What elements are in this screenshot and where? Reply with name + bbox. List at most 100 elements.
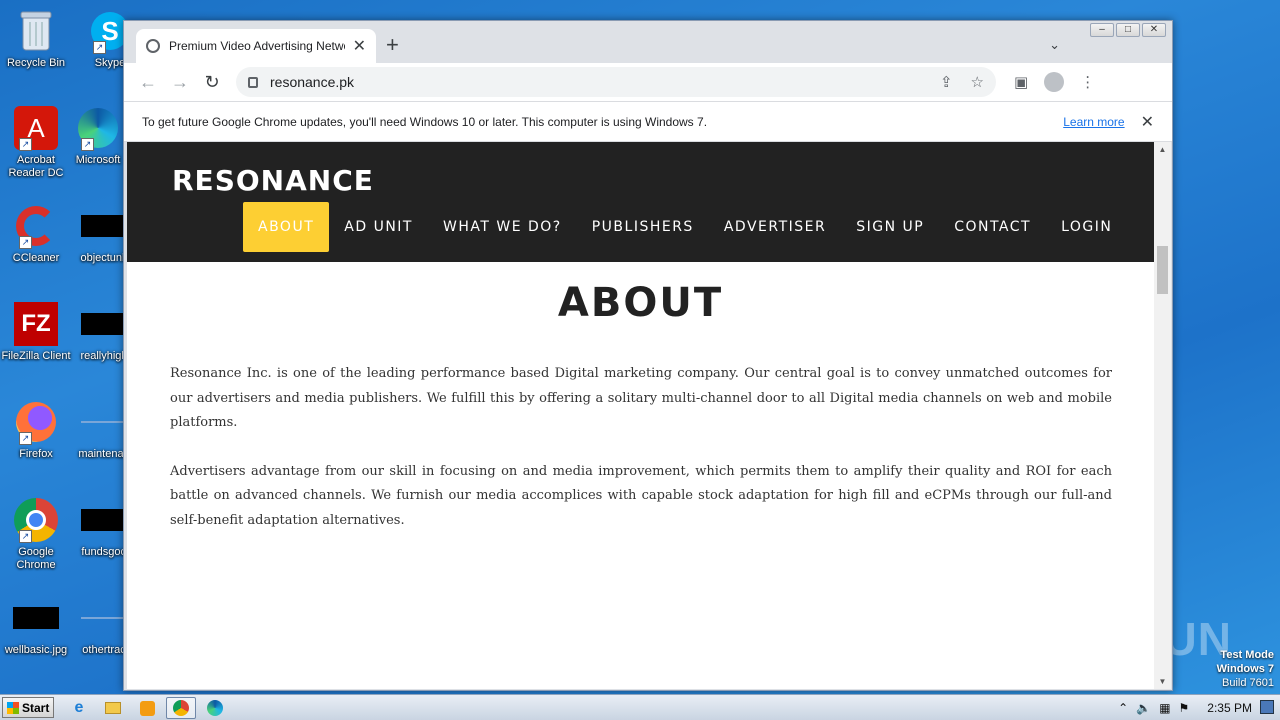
desktop-icon-label: FileZilla Client xyxy=(1,350,71,362)
file-thumbnail-icon xyxy=(81,595,127,641)
taskbar-ie[interactable]: e xyxy=(64,697,94,719)
close-window-button[interactable]: ✕ xyxy=(1142,23,1166,37)
desktop-icon-label: Recycle Bin xyxy=(6,57,66,69)
show-desktop-button[interactable] xyxy=(1260,700,1274,714)
lock-icon xyxy=(248,76,258,88)
taskbar-edge[interactable] xyxy=(200,697,230,719)
edge-icon xyxy=(207,700,223,716)
new-tab-button[interactable]: + xyxy=(386,34,399,56)
clock[interactable]: 2:35 PM xyxy=(1207,701,1252,715)
shortcut-arrow-icon: ↗ xyxy=(93,41,106,54)
taskbar-chrome[interactable] xyxy=(166,697,196,719)
desktop-icon-label: maintenan xyxy=(78,448,130,460)
file-thumbnail-icon xyxy=(81,399,127,445)
learn-more-link[interactable]: Learn more xyxy=(1063,115,1124,129)
address-bar[interactable]: resonance.pk ⇪ ☆ xyxy=(236,67,996,97)
desktop-icon-ccleaner[interactable]: ↗ CCleaner xyxy=(0,203,72,265)
infobar-message: To get future Google Chrome updates, you… xyxy=(142,114,708,129)
scroll-up-arrow-icon[interactable]: ▲ xyxy=(1154,145,1171,154)
edge-icon: ↗ xyxy=(75,105,121,151)
chrome-window: – □ ✕ Premium Video Advertising Network … xyxy=(123,20,1173,691)
desktop-icon-label: Acrobat Reader DC xyxy=(8,154,64,179)
tab-title: Premium Video Advertising Network xyxy=(169,39,345,53)
firefox-icon: ↗ xyxy=(13,399,59,445)
file-thumbnail-icon xyxy=(81,301,127,347)
taskbar: Start e ⌃ 🔈 ▦ ⚑ 2:35 PM xyxy=(0,694,1280,720)
recycle-bin-icon xyxy=(13,8,59,54)
taskbar-media-player[interactable] xyxy=(132,697,162,719)
browser-toolbar: ← → ↻ resonance.pk ⇪ ☆ ▣ ⋮ xyxy=(124,63,1172,101)
shortcut-arrow-icon: ↗ xyxy=(19,138,32,151)
page-title: ABOUT xyxy=(557,280,724,326)
nav-about[interactable]: ABOUT xyxy=(243,202,330,252)
file-thumbnail-icon xyxy=(81,203,127,249)
forward-button[interactable]: → xyxy=(164,72,196,93)
profile-avatar-icon[interactable] xyxy=(1044,72,1065,92)
desktop-icon-filezilla[interactable]: FZ FileZilla Client xyxy=(0,301,72,363)
nav-sign-up[interactable]: SIGN UP xyxy=(841,202,939,252)
nav-ad-unit[interactable]: AD UNIT xyxy=(329,202,428,252)
share-icon[interactable]: ⇪ xyxy=(940,73,953,91)
desktop-icon-label: objectunk xyxy=(80,252,128,264)
infobar-close-icon[interactable]: ✕ xyxy=(1141,112,1154,132)
desktop-icon-label: Firefox xyxy=(19,448,53,460)
nav-what-we-do[interactable]: WHAT WE DO? xyxy=(428,202,577,252)
back-button[interactable]: ← xyxy=(132,72,164,93)
internet-explorer-icon: e xyxy=(74,699,84,716)
test-mode-notice: Test Mode Windows 7 Build 7601 xyxy=(1217,648,1274,690)
desktop-icon-label: Microsoft xyxy=(75,154,121,166)
tab-search-chevron-icon[interactable]: ⌄ xyxy=(1049,37,1060,53)
desktop-icon-chrome[interactable]: ↗ Google Chrome xyxy=(0,497,72,572)
desktop-icon-firefox[interactable]: ↗ Firefox xyxy=(0,399,72,461)
start-label: Start xyxy=(22,700,50,715)
site-header: RESONANCE ABOUT AD UNIT WHAT WE DO? PUBL… xyxy=(127,142,1154,262)
start-button[interactable]: Start xyxy=(2,697,54,718)
test-mode-line2: Windows 7 xyxy=(1216,663,1274,675)
page-viewport: RESONANCE ABOUT AD UNIT WHAT WE DO? PUBL… xyxy=(127,142,1154,689)
shortcut-arrow-icon: ↗ xyxy=(81,138,94,151)
ccleaner-icon: ↗ xyxy=(13,203,59,249)
desktop-icon-label: othertrac xyxy=(82,644,126,656)
nav-login[interactable]: LOGIN xyxy=(1046,202,1127,252)
menu-kebab-icon[interactable]: ⋮ xyxy=(1080,73,1095,91)
about-paragraph-1: Resonance Inc. is one of the leading per… xyxy=(170,366,1112,430)
nav-publishers[interactable]: PUBLISHERS xyxy=(577,202,709,252)
tray-expand-icon[interactable]: ⌃ xyxy=(1118,701,1128,715)
chrome-icon: ↗ xyxy=(13,497,59,543)
shortcut-arrow-icon: ↗ xyxy=(19,236,32,249)
chrome-icon xyxy=(173,700,189,716)
desktop-icon-wellbasic[interactable]: wellbasic.jpg xyxy=(0,595,72,657)
minimize-button[interactable]: – xyxy=(1090,23,1114,37)
nav-advertiser[interactable]: ADVERTISER xyxy=(709,202,841,252)
action-center-flag-icon[interactable]: ⚑ xyxy=(1179,701,1190,715)
file-thumbnail-icon xyxy=(13,595,59,641)
test-mode-line3: Build 7601 xyxy=(1222,677,1274,689)
reload-button[interactable]: ↻ xyxy=(196,72,228,93)
filezilla-icon: FZ xyxy=(13,301,59,347)
desktop-icon-label: reallyhigh xyxy=(80,350,128,362)
site-logo[interactable]: RESONANCE xyxy=(172,164,374,197)
url-text[interactable]: resonance.pk xyxy=(270,74,922,90)
desktop-icon-label: CCleaner xyxy=(12,252,60,264)
side-panel-icon[interactable]: ▣ xyxy=(1014,73,1028,91)
network-icon[interactable]: ▦ xyxy=(1159,701,1170,715)
tab-close-icon[interactable]: ✕ xyxy=(353,36,366,56)
maximize-button[interactable]: □ xyxy=(1116,23,1140,37)
desktop-icon-label: Google Chrome xyxy=(16,546,56,571)
windows-flag-icon xyxy=(7,701,19,714)
volume-icon[interactable]: 🔈 xyxy=(1136,701,1151,715)
file-thumbnail-icon xyxy=(81,497,127,543)
scrollbar-thumb[interactable] xyxy=(1157,246,1168,294)
update-infobar: To get future Google Chrome updates, you… xyxy=(124,101,1172,142)
browser-tab[interactable]: Premium Video Advertising Network ✕ xyxy=(136,29,376,63)
desktop-icon-recycle-bin[interactable]: Recycle Bin xyxy=(0,8,72,70)
taskbar-explorer[interactable] xyxy=(98,697,128,719)
test-mode-line1: Test Mode xyxy=(1220,649,1274,661)
desktop-icon-label: wellbasic.jpg xyxy=(4,644,68,656)
bookmark-star-icon[interactable]: ☆ xyxy=(971,73,984,91)
acrobat-icon: A ↗ xyxy=(13,105,59,151)
page-scrollbar[interactable]: ▲ ▼ xyxy=(1154,142,1171,689)
nav-contact[interactable]: CONTACT xyxy=(939,202,1046,252)
system-tray: ⌃ 🔈 ▦ ⚑ 2:35 PM xyxy=(1118,695,1280,720)
scroll-down-arrow-icon[interactable]: ▼ xyxy=(1154,677,1171,686)
